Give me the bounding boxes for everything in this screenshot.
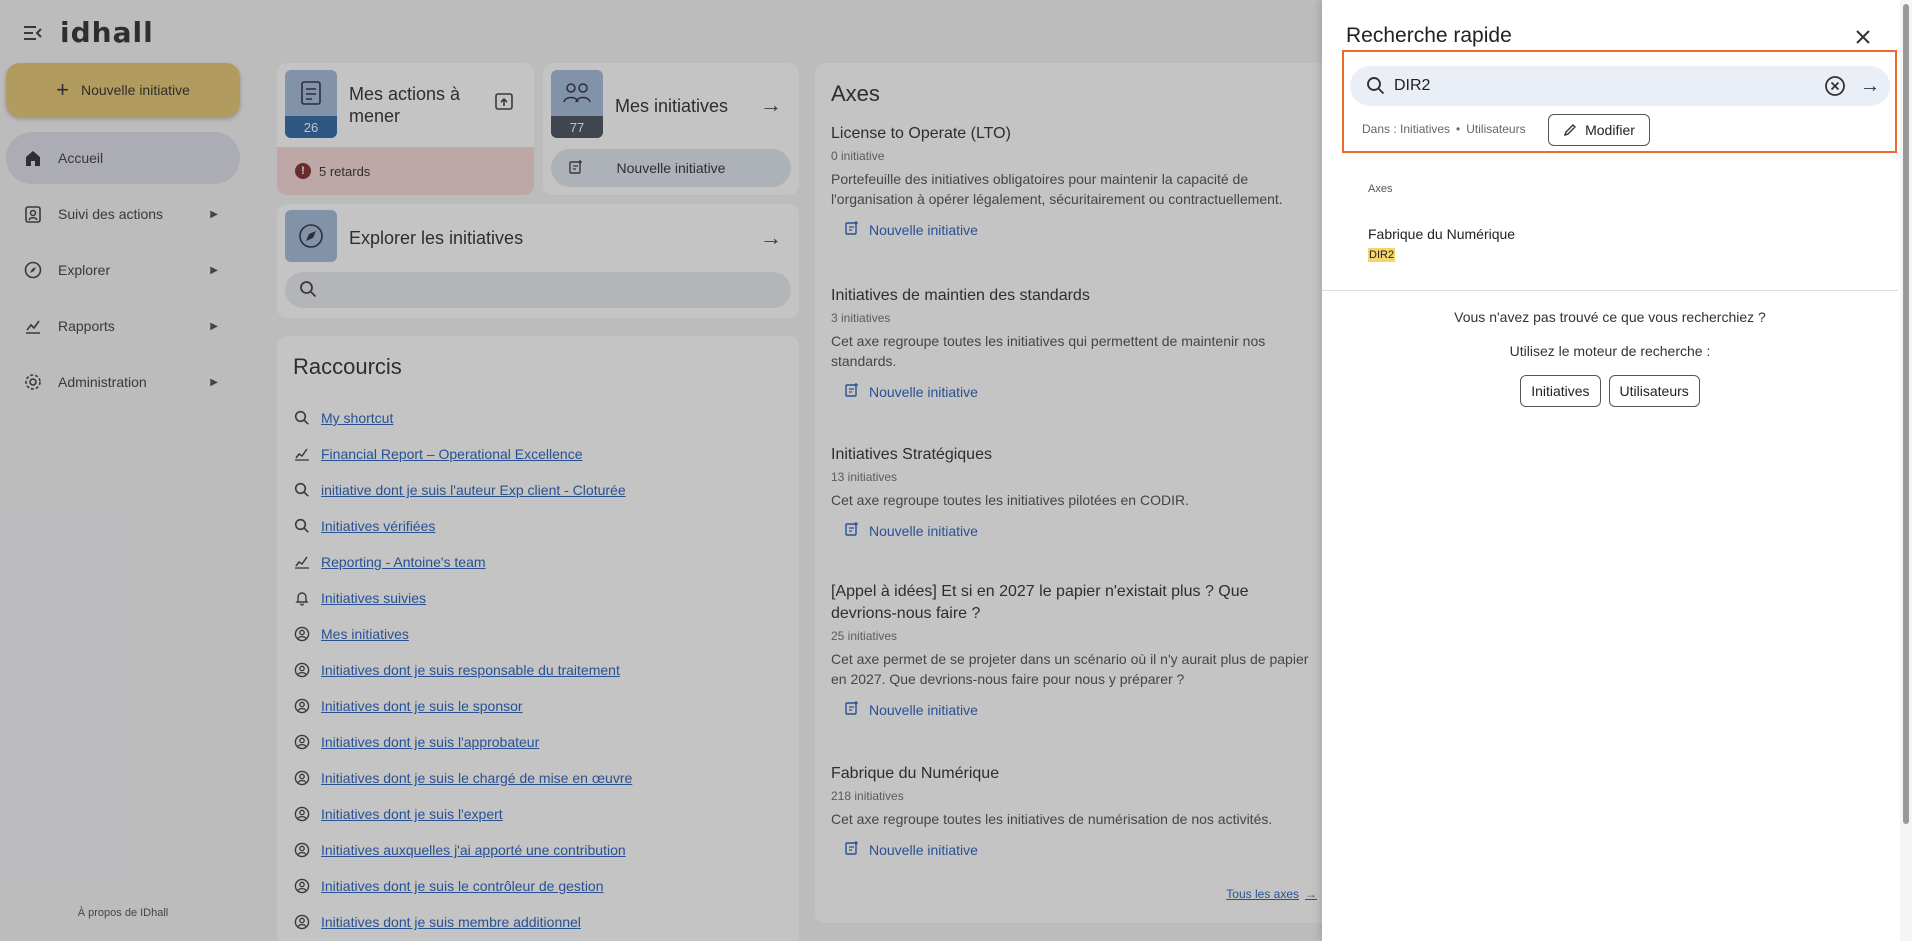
quick-search-panel: Recherche rapide → Dans : Initiatives • …: [1322, 0, 1912, 941]
pencil-icon: [1563, 124, 1577, 137]
use-engine-text: Utilisez le moteur de recherche :: [1509, 343, 1711, 359]
engine-initiatives-button[interactable]: Initiatives: [1520, 375, 1601, 407]
results-section-axes: Axes: [1368, 183, 1393, 195]
clear-circle-icon: [1825, 76, 1845, 96]
modify-label: Modifier: [1585, 122, 1635, 138]
clear-search-button[interactable]: [1824, 75, 1846, 97]
modal-scrim[interactable]: [0, 0, 1322, 941]
quick-search-input[interactable]: [1394, 66, 1794, 106]
panel-scrollbar[interactable]: [1900, 0, 1912, 941]
quick-search-title: Recherche rapide: [1346, 24, 1512, 47]
engine-buttons: Initiatives Utilisateurs: [1322, 375, 1898, 407]
search-result-match: DIR2: [1368, 248, 1396, 262]
scrollbar-thumb[interactable]: [1903, 4, 1909, 824]
modify-scope-button[interactable]: Modifier: [1548, 114, 1650, 146]
quick-search-field[interactable]: →: [1350, 66, 1890, 106]
divider: [1322, 290, 1898, 291]
arrow-right-icon: →: [1860, 74, 1880, 97]
not-found-text: Vous n'avez pas trouvé ce que vous reche…: [1454, 309, 1766, 325]
scope-separator: •: [1456, 122, 1461, 136]
search-scope: Dans : Initiatives • Utilisateurs: [1362, 122, 1526, 136]
close-icon: [1856, 30, 1870, 44]
close-button[interactable]: [1850, 24, 1876, 50]
engine-users-button[interactable]: Utilisateurs: [1608, 375, 1700, 407]
submit-search-button[interactable]: →: [1858, 73, 1882, 99]
search-icon: [1366, 76, 1386, 101]
scope-users: Utilisateurs: [1466, 122, 1526, 136]
scope-initiatives: Dans : Initiatives: [1362, 122, 1451, 136]
search-result-title[interactable]: Fabrique du Numérique: [1368, 226, 1515, 242]
